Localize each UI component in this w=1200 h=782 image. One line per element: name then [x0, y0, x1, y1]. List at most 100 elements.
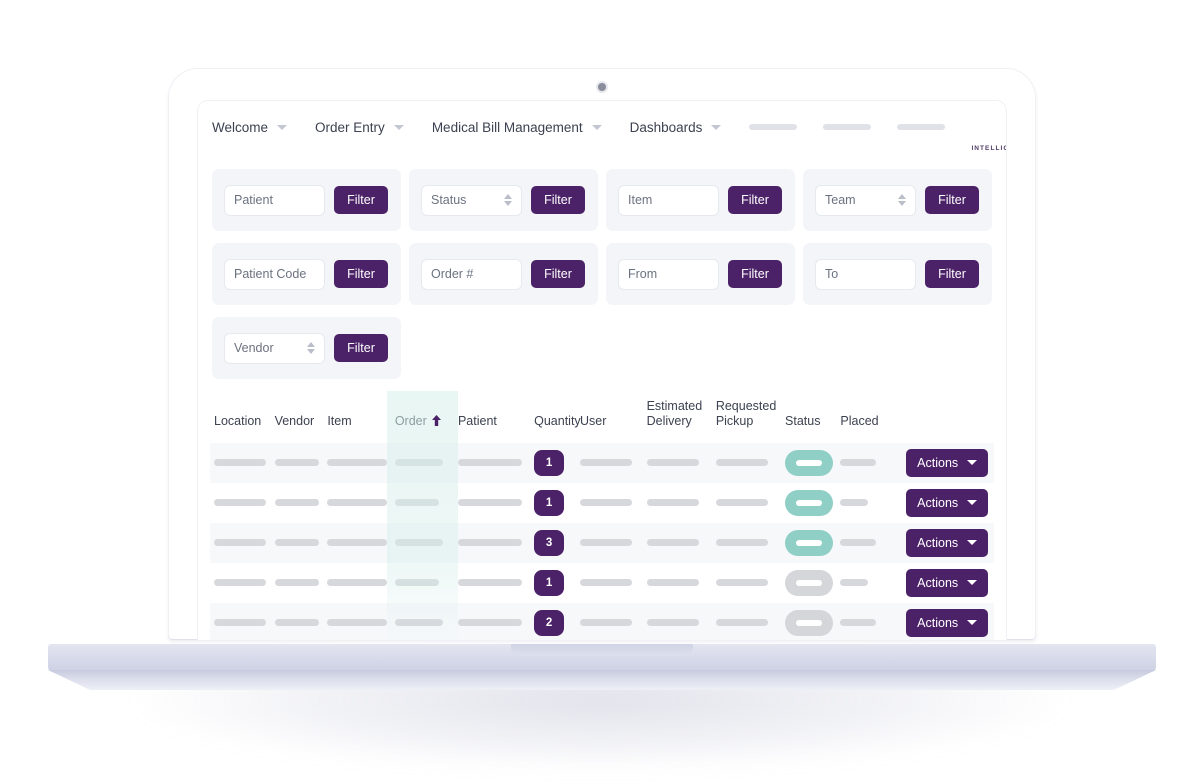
filter-button-vendor[interactable]: Filter	[334, 334, 388, 362]
cell-status	[781, 523, 836, 563]
content-placeholder-bar	[579, 539, 632, 546]
content-placeholder-bar	[840, 539, 877, 546]
cell-requested-pickup	[712, 483, 781, 523]
cell-actions: Actions	[902, 483, 994, 523]
filter-card-order-number: Order # Filter	[409, 243, 598, 305]
content-placeholder-bar	[646, 539, 699, 546]
webcam-icon	[598, 83, 606, 91]
chevron-down-icon	[591, 124, 602, 130]
content-placeholder-bar	[394, 459, 443, 466]
nav-item-order-entry[interactable]: Order Entry	[315, 114, 418, 141]
content-placeholder-bar	[840, 499, 869, 506]
filter-button-patient-code[interactable]: Filter	[334, 260, 388, 288]
column-header-quantity[interactable]: Quantity	[530, 395, 581, 443]
column-header-requested-pickup[interactable]: Requested Pickup	[712, 395, 781, 443]
app-screen: Welcome Order Entry Medical Bill Managem…	[198, 101, 1006, 640]
orders-table-head: Location Vendor Item Order Patient Quant…	[210, 395, 994, 443]
from-date-input[interactable]: From	[619, 259, 718, 289]
cell-placed	[836, 443, 902, 483]
table-row[interactable]: 3 Actions	[210, 522, 994, 563]
to-date-input[interactable]: To	[816, 259, 915, 289]
cell-requested-pickup	[712, 443, 781, 483]
content-placeholder-bar	[715, 539, 768, 546]
filter-card-team: Team Filter	[803, 169, 992, 231]
vendor-select[interactable]: Vendor	[225, 333, 324, 363]
cell-patient	[454, 603, 530, 641]
column-header-order-label: Order	[394, 413, 427, 428]
filter-button-from[interactable]: Filter	[728, 260, 782, 288]
actions-button[interactable]: Actions	[906, 568, 989, 597]
vendor-select-placeholder: Vendor	[234, 341, 274, 355]
filter-button-item[interactable]: Filter	[728, 186, 782, 214]
column-header-user[interactable]: User	[576, 395, 643, 443]
actions-button[interactable]: Actions	[906, 608, 989, 637]
column-header-status[interactable]: Status	[781, 395, 836, 443]
patient-input[interactable]: Patient	[225, 185, 324, 215]
actions-button[interactable]: Actions	[906, 528, 989, 557]
table-row[interactable]: 1 Actions	[210, 562, 994, 603]
table-row[interactable]: 1 Actions	[210, 482, 994, 523]
filter-button-status[interactable]: Filter	[531, 186, 585, 214]
column-header-order[interactable]: Order	[391, 395, 454, 443]
filter-button-order-number[interactable]: Filter	[531, 260, 585, 288]
column-header-vendor[interactable]: Vendor	[271, 395, 324, 443]
filter-card-empty	[606, 317, 795, 379]
filter-row: Vendor Filter	[212, 317, 992, 379]
stepper-icon	[307, 342, 315, 354]
content-placeholder-bar	[214, 539, 266, 546]
table-row[interactable]: 2 Actions	[210, 602, 994, 641]
content-placeholder-bar	[646, 459, 699, 466]
nav-item-dashboards[interactable]: Dashboards	[630, 114, 736, 141]
item-input[interactable]: Item	[619, 185, 718, 215]
cell-item	[323, 603, 390, 641]
quantity-badge: 3	[534, 529, 565, 556]
filter-button-to[interactable]: Filter	[925, 260, 979, 288]
content-placeholder-bar	[840, 619, 877, 626]
nav-item-medical-bill-management[interactable]: Medical Bill Management	[432, 114, 616, 141]
column-header-placed[interactable]: Placed	[836, 395, 902, 443]
filter-button-team[interactable]: Filter	[925, 186, 979, 214]
table-row[interactable]: 1 Actions	[210, 442, 994, 483]
content-placeholder-bar	[457, 539, 522, 546]
column-header-item[interactable]: Item	[323, 395, 390, 443]
cell-item	[323, 563, 390, 603]
cell-actions: Actions	[902, 603, 994, 641]
actions-button-label: Actions	[917, 495, 959, 510]
status-select[interactable]: Status	[422, 185, 521, 215]
column-header-patient[interactable]: Patient	[454, 395, 530, 443]
cell-quantity: 1	[530, 483, 576, 523]
cell-requested-pickup	[712, 523, 781, 563]
cell-vendor	[271, 563, 324, 603]
content-placeholder-bar	[579, 619, 632, 626]
column-header-location[interactable]: Location	[210, 395, 271, 443]
patient-code-input[interactable]: Patient Code	[225, 259, 324, 289]
order-number-input-placeholder: Order #	[431, 267, 474, 281]
cell-location	[210, 443, 271, 483]
chevron-down-icon	[967, 500, 978, 505]
actions-button[interactable]: Actions	[906, 448, 989, 477]
cell-patient	[454, 563, 530, 603]
actions-button[interactable]: Actions	[906, 488, 989, 517]
cell-status	[781, 483, 836, 523]
cell-status	[781, 563, 836, 603]
cell-user	[576, 603, 643, 641]
chevron-down-icon	[393, 124, 404, 130]
nav-item-label: Order Entry	[315, 119, 385, 135]
nav-placeholder-bar	[749, 124, 798, 130]
nav-item-welcome[interactable]: Welcome	[212, 114, 301, 141]
qualis-logo[interactable]: Qualis® INTELLIGENT ONE®SOLUTIONS	[971, 104, 1006, 152]
column-header-estimated-delivery[interactable]: Estimated Delivery	[643, 395, 712, 443]
content-placeholder-bar	[214, 579, 266, 586]
content-placeholder-bar	[579, 459, 632, 466]
status-placeholder-bar	[796, 539, 823, 546]
order-number-input[interactable]: Order #	[422, 259, 521, 289]
team-select[interactable]: Team	[816, 185, 915, 215]
cell-location	[210, 523, 271, 563]
nav-item-label: Welcome	[212, 119, 269, 135]
quantity-badge: 1	[534, 449, 565, 476]
filter-button-patient[interactable]: Filter	[334, 186, 388, 214]
cell-estimated-delivery	[643, 603, 712, 641]
status-placeholder-bar	[796, 619, 823, 626]
cell-user	[576, 483, 643, 523]
chevron-down-icon	[277, 124, 288, 130]
